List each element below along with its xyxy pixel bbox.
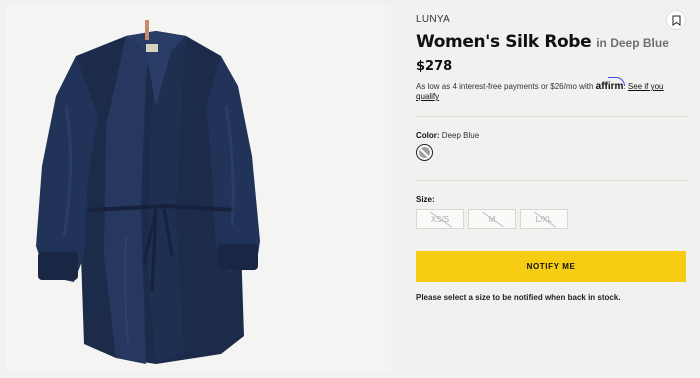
size-option-l-xl[interactable]: L/XL	[520, 209, 568, 229]
stock-notice: Please select a size to be notified when…	[416, 293, 621, 302]
product-image[interactable]	[6, 6, 391, 372]
affirm-logo: affirm	[595, 81, 624, 92]
size-option-m[interactable]: M	[468, 209, 516, 229]
title-row: Women's Silk Robe in Deep Blue	[416, 32, 688, 52]
color-value: Deep Blue	[441, 131, 480, 140]
financing-text: As low as 4 interest-free payments or $2…	[416, 82, 594, 91]
size-label: Size:	[416, 195, 435, 204]
color-swatch-deep-blue[interactable]	[416, 144, 433, 161]
color-label: Color: Deep Blue	[416, 131, 479, 140]
product-title: Women's Silk Robe	[416, 32, 592, 52]
color-label-key: Color:	[416, 131, 440, 140]
size-options: XS/S M L/XL	[416, 209, 568, 229]
divider	[416, 116, 688, 117]
size-option-xs-s[interactable]: XS/S	[416, 209, 464, 229]
brand-name[interactable]: LUNYA	[416, 14, 688, 25]
product-info: LUNYA Women's Silk Robe in Deep Blue $27…	[416, 14, 688, 102]
notify-me-button[interactable]: NOTIFY ME	[416, 251, 686, 282]
divider	[416, 180, 688, 181]
financing-info: As low as 4 interest-free payments or $2…	[416, 81, 664, 102]
swatch-unavailable-icon	[419, 147, 430, 158]
product-variant: in Deep Blue	[596, 36, 669, 50]
product-price: $278	[416, 59, 453, 74]
robe-illustration	[36, 20, 260, 364]
